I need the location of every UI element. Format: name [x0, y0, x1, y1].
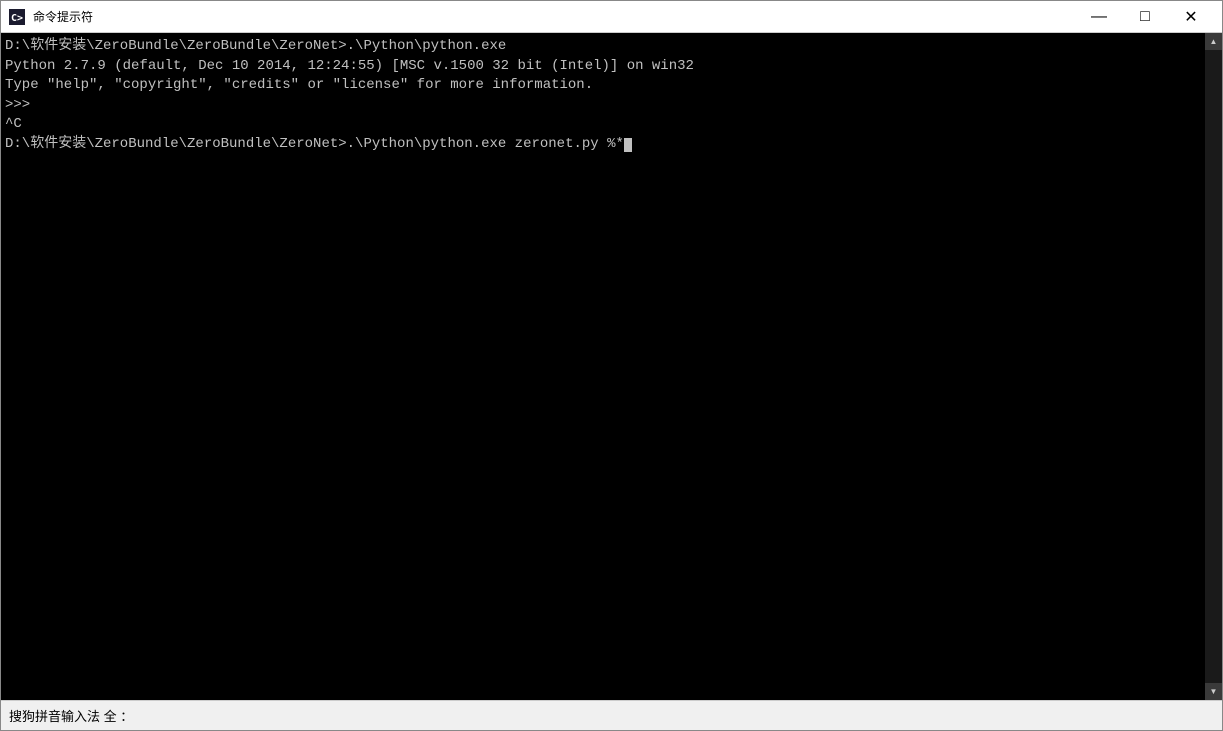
- minimize-button[interactable]: —: [1076, 1, 1122, 33]
- terminal-output[interactable]: D:\软件安装\ZeroBundle\ZeroBundle\ZeroNet>.\…: [1, 33, 1205, 700]
- terminal-cursor: [624, 138, 632, 152]
- window-controls: — □ ✕: [1076, 1, 1214, 33]
- window-title: 命令提示符: [33, 8, 93, 25]
- cmd-icon: C>: [9, 9, 25, 25]
- cmd-window: C> 命令提示符 — □ ✕ D:\软件安装\ZeroBundle\ZeroBu…: [0, 0, 1223, 731]
- terminal-line-1: D:\软件安装\ZeroBundle\ZeroBundle\ZeroNet>.\…: [5, 38, 506, 54]
- ime-status: 搜狗拼音输入法 全 ：: [9, 706, 133, 725]
- svg-text:C>: C>: [11, 13, 23, 24]
- terminal-line-2: Python 2.7.9 (default, Dec 10 2014, 12:2…: [5, 58, 694, 74]
- terminal-line-3: Type "help", "copyright", "credits" or "…: [5, 77, 593, 93]
- terminal-line-5: ^C: [5, 116, 22, 132]
- terminal-body[interactable]: D:\软件安装\ZeroBundle\ZeroBundle\ZeroNet>.\…: [1, 33, 1222, 700]
- scrollbar[interactable]: ▲ ▼: [1205, 33, 1222, 700]
- status-bar: 搜狗拼音输入法 全 ：: [1, 700, 1222, 730]
- close-button[interactable]: ✕: [1168, 1, 1214, 33]
- title-bar: C> 命令提示符 — □ ✕: [1, 1, 1222, 33]
- terminal-line-4: >>>: [5, 97, 30, 113]
- maximize-button[interactable]: □: [1122, 1, 1168, 33]
- title-bar-left: C> 命令提示符: [9, 8, 93, 25]
- scrollbar-track[interactable]: [1205, 50, 1222, 683]
- scrollbar-up-button[interactable]: ▲: [1205, 33, 1222, 50]
- scrollbar-down-button[interactable]: ▼: [1205, 683, 1222, 700]
- terminal-line-6: D:\软件安装\ZeroBundle\ZeroBundle\ZeroNet>.\…: [5, 136, 624, 152]
